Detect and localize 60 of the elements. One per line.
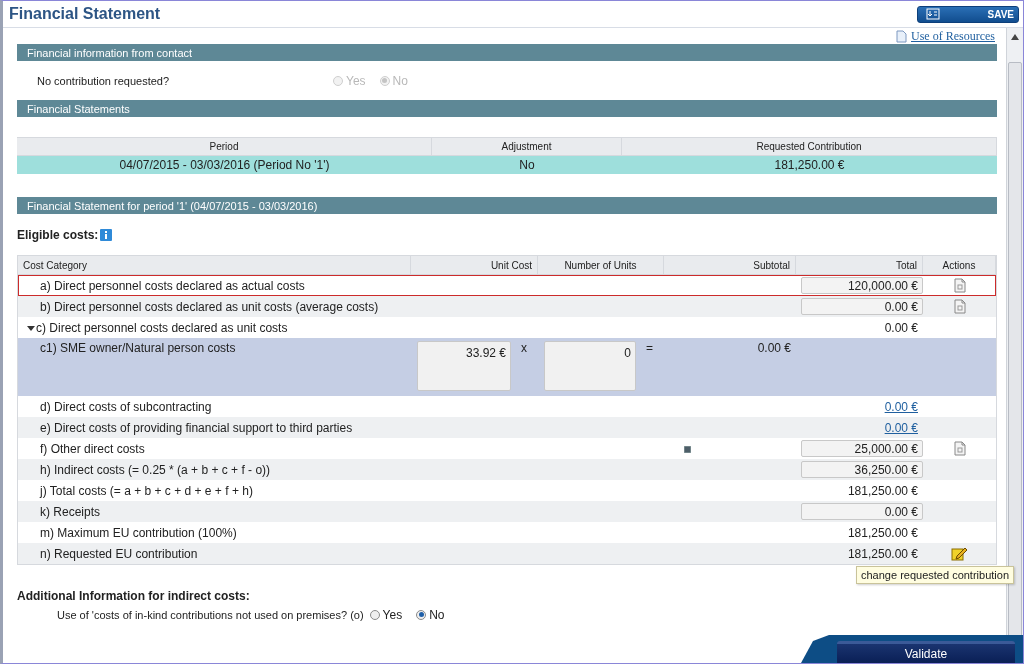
column-header: Subtotal <box>664 256 796 274</box>
section-header: Financial Statements <box>17 100 997 117</box>
section-header: Financial Statement for period '1' (04/07/2015 - 03/03/2016) <box>17 197 997 214</box>
table-cell: n) Requested EU contribution <box>40 546 198 561</box>
amount-text: 181,250.00 € <box>846 483 919 498</box>
window-title: Financial Statement <box>9 5 161 23</box>
column-header: Total <box>796 256 923 274</box>
table-cell[interactable]: 181,250.00 € <box>622 156 997 174</box>
column-header: Unit Cost <box>411 256 538 274</box>
question-label: No contribution requested? <box>37 74 171 87</box>
amount-field[interactable]: 0.00 € <box>801 503 923 520</box>
validate-button[interactable]: Validate <box>837 641 1015 663</box>
equals-sign: = <box>645 340 654 355</box>
amount-text: 0.00 € <box>883 320 919 335</box>
amount-text: 181,250.00 € <box>846 546 919 561</box>
table-cell: c) Direct personnel costs declared as unit costs <box>36 320 288 335</box>
table-cell[interactable]: 04/07/2015 - 03/03/2016 (Period No '1') <box>17 156 432 174</box>
column-header: Cost Category <box>18 256 411 274</box>
info-icon[interactable] <box>100 228 113 241</box>
resources-link[interactable]: Use of Resources <box>911 28 995 44</box>
question-label: Use of 'costs of in-kind contributions not used on premises? (o) <box>57 608 364 621</box>
amount-link[interactable]: 0.00 € <box>884 420 918 435</box>
table-cell: k) Receipts <box>40 504 101 519</box>
units-field[interactable]: 0 <box>544 341 636 391</box>
save-button[interactable]: SAVE <box>917 5 1019 23</box>
column-header: Number of Units <box>538 256 664 274</box>
amount-field[interactable]: 36,250.00 € <box>801 461 923 478</box>
pencil-note-icon[interactable] <box>951 546 968 561</box>
column-header: Adjustment <box>432 137 622 156</box>
amount-field[interactable]: 0.00 € <box>801 298 923 315</box>
column-header: Requested Contribution <box>622 137 997 156</box>
table-cell: j) Total costs (= a + b + c + d + e + f + h) <box>40 483 253 498</box>
column-header: Period <box>17 137 432 156</box>
amount-link[interactable]: 0.00 € <box>884 399 918 414</box>
save-icon <box>926 8 940 20</box>
section-label: Additional Information for indirect costs: <box>17 587 251 605</box>
eligible-costs-label: Eligible costs: <box>17 227 99 242</box>
unit-cost-field[interactable]: 33.92 € <box>417 341 511 391</box>
amount-field[interactable]: 120,000.00 € <box>801 277 923 294</box>
document-icon <box>896 29 907 43</box>
radio-option[interactable]: No <box>416 607 445 622</box>
scroll-up-icon[interactable] <box>1011 34 1019 40</box>
column-header: Actions <box>923 256 996 274</box>
table-cell: a) Direct personnel costs declared as actual costs <box>40 278 305 293</box>
table-cell: f) Other direct costs <box>40 441 145 456</box>
table-cell-text: c1) SME owner/Natural person costs <box>39 340 237 355</box>
amount-text: 181,250.00 € <box>846 525 919 540</box>
table-cell: h) Indirect costs (= 0.25 * (a + b + c + f - o)) <box>40 462 271 477</box>
times-sign: x <box>520 340 528 355</box>
radio-option[interactable]: Yes <box>369 607 403 622</box>
table-cell: m) Maximum EU contribution (100%) <box>40 525 237 540</box>
caret-down-icon[interactable] <box>27 323 35 332</box>
table-cell: d) Direct costs of subcontracting <box>40 399 212 414</box>
table-cell[interactable]: No <box>432 156 622 174</box>
amount-field[interactable]: 25,000.00 € <box>801 440 923 457</box>
section-header: Financial information from contact <box>17 44 997 61</box>
table-cell: b) Direct personnel costs declared as unit costs (average costs) <box>40 299 379 314</box>
table-cell: e) Direct costs of providing financial support to third parties <box>40 420 353 435</box>
subtotal-text: 0.00 € <box>756 340 792 355</box>
tooltip: change requested contribution <box>856 566 1014 584</box>
